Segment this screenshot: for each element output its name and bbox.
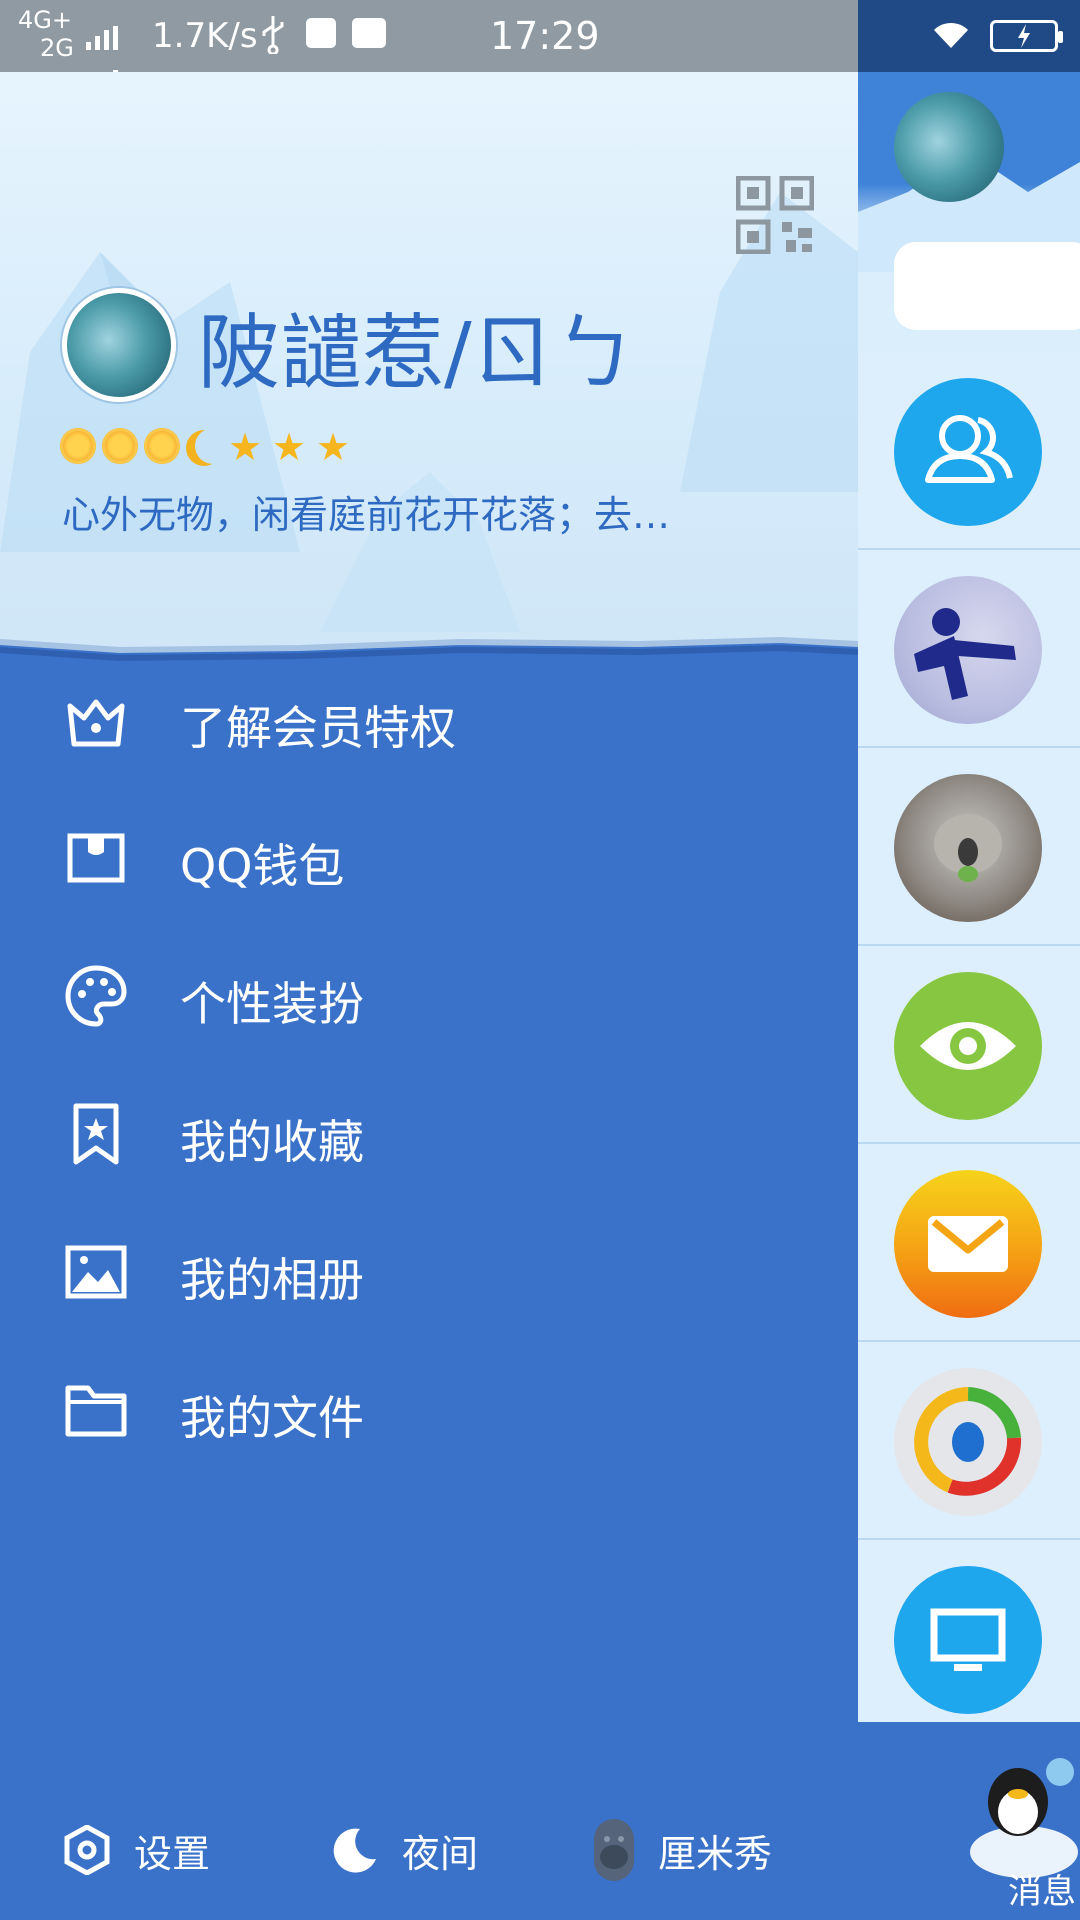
contacts-icon bbox=[894, 378, 1042, 526]
usb-icon bbox=[262, 16, 284, 54]
eye-icon bbox=[894, 972, 1042, 1120]
list-item[interactable] bbox=[858, 1342, 1080, 1540]
wallet-icon bbox=[67, 833, 125, 883]
level-badges[interactable]: ★ ★ ★ bbox=[60, 428, 354, 466]
notification-icon bbox=[306, 18, 336, 48]
cmshow-icon bbox=[594, 1819, 634, 1881]
level-sun-icon bbox=[144, 428, 180, 464]
alipay-icon bbox=[352, 18, 386, 48]
drawer-bottom-bar: 设置 夜间 厘米秀 bbox=[0, 1810, 858, 1900]
qr-code-icon[interactable] bbox=[736, 176, 814, 254]
night-mode-label: 夜间 bbox=[402, 1831, 479, 1876]
menu-item-label: 了解会员特权 bbox=[180, 701, 456, 755]
menu-item-label: 我的文件 bbox=[180, 1391, 364, 1445]
level-moon-icon bbox=[186, 428, 222, 464]
bookmark-star-icon bbox=[73, 1103, 119, 1165]
cmshow-label: 厘米秀 bbox=[658, 1831, 773, 1876]
list-item[interactable] bbox=[858, 748, 1080, 946]
list-item[interactable] bbox=[858, 1540, 1080, 1738]
settings-label: 设置 bbox=[134, 1831, 211, 1876]
mail-icon bbox=[894, 1170, 1042, 1318]
folder-icon bbox=[65, 1385, 127, 1437]
battery-charging-icon bbox=[990, 20, 1063, 52]
level-sun-icon bbox=[60, 428, 96, 464]
level-star-icon: ★ bbox=[272, 425, 307, 469]
cmshow-button[interactable]: 厘米秀 bbox=[592, 1810, 772, 1890]
level-sun-icon bbox=[102, 428, 138, 464]
profile-header[interactable]: 陂譴惹/ㄖㄅ ★ ★ ★ 心外无物，闲看庭前花开花落；去… bbox=[0, 72, 858, 672]
list-item[interactable] bbox=[858, 946, 1080, 1144]
wifi-icon bbox=[934, 22, 968, 48]
menu-item-favorites[interactable]: 我的收藏 bbox=[0, 1082, 858, 1182]
menu-item-label: QQ钱包 bbox=[180, 839, 345, 893]
tab-messages[interactable]: 消息 bbox=[1008, 1864, 1076, 1913]
menu-item-theme[interactable]: 个性装扮 bbox=[0, 944, 858, 1044]
level-star-icon: ★ bbox=[228, 425, 263, 469]
koala-avatar bbox=[894, 774, 1042, 922]
list-item[interactable] bbox=[858, 1144, 1080, 1342]
level-star-icon: ★ bbox=[316, 425, 351, 469]
photo-icon bbox=[65, 1245, 127, 1299]
username[interactable]: 陂譴惹/ㄖㄅ bbox=[198, 286, 636, 405]
menu-item-wallet[interactable]: QQ钱包 bbox=[0, 806, 858, 906]
signature[interactable]: 心外无物，闲看庭前花开花落；去… bbox=[62, 484, 670, 539]
list-item[interactable] bbox=[858, 352, 1080, 550]
menu-item-album[interactable]: 我的相册 bbox=[0, 1220, 858, 1320]
list-item[interactable] bbox=[858, 550, 1080, 748]
conversation-list bbox=[858, 352, 1080, 1802]
status-bar-left-bg bbox=[0, 0, 858, 72]
monitor-icon bbox=[894, 1566, 1042, 1714]
settings-icon bbox=[64, 1825, 110, 1875]
network-type: 4G+ 2G bbox=[18, 6, 74, 62]
palette-icon bbox=[65, 965, 127, 1027]
qq-news-icon bbox=[894, 1368, 1042, 1516]
night-mode-button[interactable]: 夜间 bbox=[330, 1810, 478, 1890]
menu-item-label: 我的相册 bbox=[180, 1253, 364, 1307]
menu-item-label: 个性装扮 bbox=[180, 977, 364, 1031]
moon-icon bbox=[333, 1828, 376, 1873]
penguin-mascot-icon bbox=[970, 1758, 1078, 1878]
search-bar[interactable] bbox=[894, 242, 1080, 330]
settings-button[interactable]: 设置 bbox=[62, 1810, 210, 1890]
group-avatar bbox=[894, 576, 1042, 724]
crown-icon bbox=[67, 699, 125, 747]
net-speed: 1.7K/s bbox=[152, 16, 258, 56]
peek-avatar[interactable] bbox=[894, 92, 1004, 202]
menu-item-files[interactable]: 我的文件 bbox=[0, 1358, 858, 1458]
menu-item-label: 我的收藏 bbox=[180, 1115, 364, 1169]
clock: 17:29 bbox=[490, 14, 600, 58]
avatar[interactable] bbox=[62, 288, 176, 402]
status-bar: 4G+ 2G 1.7K/s 17:29 bbox=[0, 0, 1080, 94]
menu-item-vip[interactable]: 了解会员特权 bbox=[0, 668, 858, 768]
main-screen-peek[interactable]: 消息 bbox=[858, 72, 1080, 1920]
